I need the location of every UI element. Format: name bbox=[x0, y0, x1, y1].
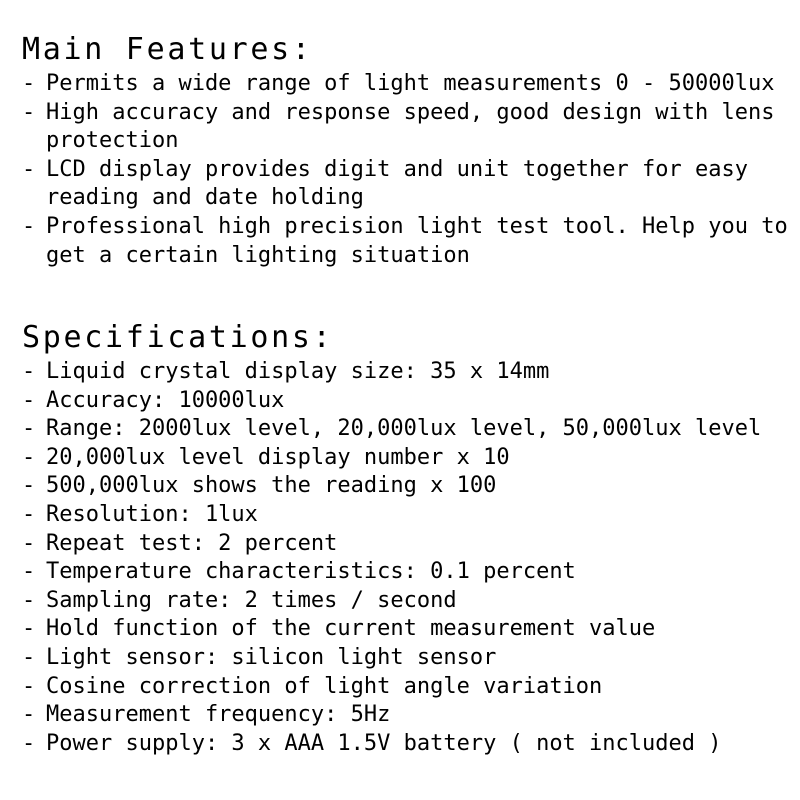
list-item: - Range: 2000lux level, 20,000lux level,… bbox=[0, 415, 800, 444]
list-item: - Professional high precision light test… bbox=[0, 213, 800, 270]
main-features-section: Main Features: - Permits a wide range of… bbox=[0, 30, 800, 270]
list-item: - LCD display provides digit and unit to… bbox=[0, 156, 800, 213]
list-item: - Light sensor: silicon light sensor bbox=[0, 644, 800, 673]
bullet-dash-icon: - bbox=[22, 530, 36, 556]
bullet-dash-icon: - bbox=[22, 444, 36, 470]
specifications-section: Specifications: - Liquid crystal display… bbox=[0, 318, 800, 758]
list-item-text: High accuracy and response speed, good d… bbox=[46, 99, 775, 154]
list-item-text: Temperature characteristics: 0.1 percent bbox=[46, 559, 576, 585]
list-item-text: Liquid crystal display size: 35 x 14mm bbox=[46, 359, 550, 384]
bullet-dash-icon: - bbox=[22, 213, 36, 239]
list-item-text: Resolution: 1lux bbox=[46, 501, 258, 527]
specifications-list: - Liquid crystal display size: 35 x 14mm… bbox=[0, 358, 800, 758]
list-item-text: Accuracy: 10000lux bbox=[46, 387, 285, 413]
list-item: - Liquid crystal display size: 35 x 14mm bbox=[0, 358, 800, 387]
bullet-dash-icon: - bbox=[22, 730, 36, 756]
list-item: - High accuracy and response speed, good… bbox=[0, 99, 800, 156]
list-item-text: Repeat test: 2 percent bbox=[46, 530, 338, 556]
list-item: - Cosine correction of light angle varia… bbox=[0, 673, 800, 702]
list-item-text: Sampling rate: 2 times / second bbox=[46, 587, 457, 613]
list-item-text: Professional high precision light test t… bbox=[46, 213, 788, 268]
main-features-heading: Main Features: bbox=[22, 32, 313, 67]
bullet-dash-icon: - bbox=[22, 587, 36, 613]
list-item-text: Cosine correction of light angle variati… bbox=[46, 673, 603, 699]
list-item: - Temperature characteristics: 0.1 perce… bbox=[0, 558, 800, 587]
bullet-dash-icon: - bbox=[22, 387, 36, 413]
list-item-text: 500,000lux shows the reading x 100 bbox=[46, 473, 497, 499]
bullet-dash-icon: - bbox=[22, 559, 36, 585]
list-item: - 20,000lux level display number x 10 bbox=[0, 444, 800, 473]
bullet-dash-icon: - bbox=[22, 702, 36, 728]
main-features-list: - Permits a wide range of light measurem… bbox=[0, 70, 800, 270]
list-item: - Repeat test: 2 percent bbox=[0, 530, 800, 559]
list-item: - Power supply: 3 x AAA 1.5V battery ( n… bbox=[0, 730, 800, 759]
list-item: - Resolution: 1lux bbox=[0, 501, 800, 530]
list-item-text: Power supply: 3 x AAA 1.5V battery ( not… bbox=[46, 730, 722, 756]
bullet-dash-icon: - bbox=[22, 71, 36, 96]
specifications-heading: Specifications: bbox=[22, 320, 334, 355]
list-item-text: Light sensor: silicon light sensor bbox=[46, 644, 497, 670]
list-item: - Sampling rate: 2 times / second bbox=[0, 587, 800, 616]
list-item: - 500,000lux shows the reading x 100 bbox=[0, 472, 800, 501]
bullet-dash-icon: - bbox=[22, 673, 36, 699]
bullet-dash-icon: - bbox=[22, 644, 36, 670]
bullet-dash-icon: - bbox=[22, 616, 36, 642]
bullet-dash-icon: - bbox=[22, 473, 36, 499]
spec-sheet-page: Main Features: - Permits a wide range of… bbox=[0, 0, 800, 800]
bullet-dash-icon: - bbox=[22, 501, 36, 527]
bullet-dash-icon: - bbox=[22, 416, 36, 442]
list-item-text: 20,000lux level display number x 10 bbox=[46, 444, 510, 470]
list-item-text: Measurement frequency: 5Hz bbox=[46, 702, 391, 728]
list-item-text: Permits a wide range of light measuremen… bbox=[46, 71, 775, 96]
list-item: - Permits a wide range of light measurem… bbox=[0, 70, 800, 99]
bullet-dash-icon: - bbox=[22, 99, 36, 125]
list-item: - Hold function of the current measureme… bbox=[0, 615, 800, 644]
bullet-dash-icon: - bbox=[22, 156, 36, 182]
list-item-text: LCD display provides digit and unit toge… bbox=[46, 156, 748, 211]
list-item-text: Range: 2000lux level, 20,000lux level, 5… bbox=[46, 416, 762, 442]
list-item: - Measurement frequency: 5Hz bbox=[0, 701, 800, 730]
bullet-dash-icon: - bbox=[22, 359, 36, 384]
list-item-text: Hold function of the current measurement… bbox=[46, 616, 656, 642]
list-item: - Accuracy: 10000lux bbox=[0, 387, 800, 416]
